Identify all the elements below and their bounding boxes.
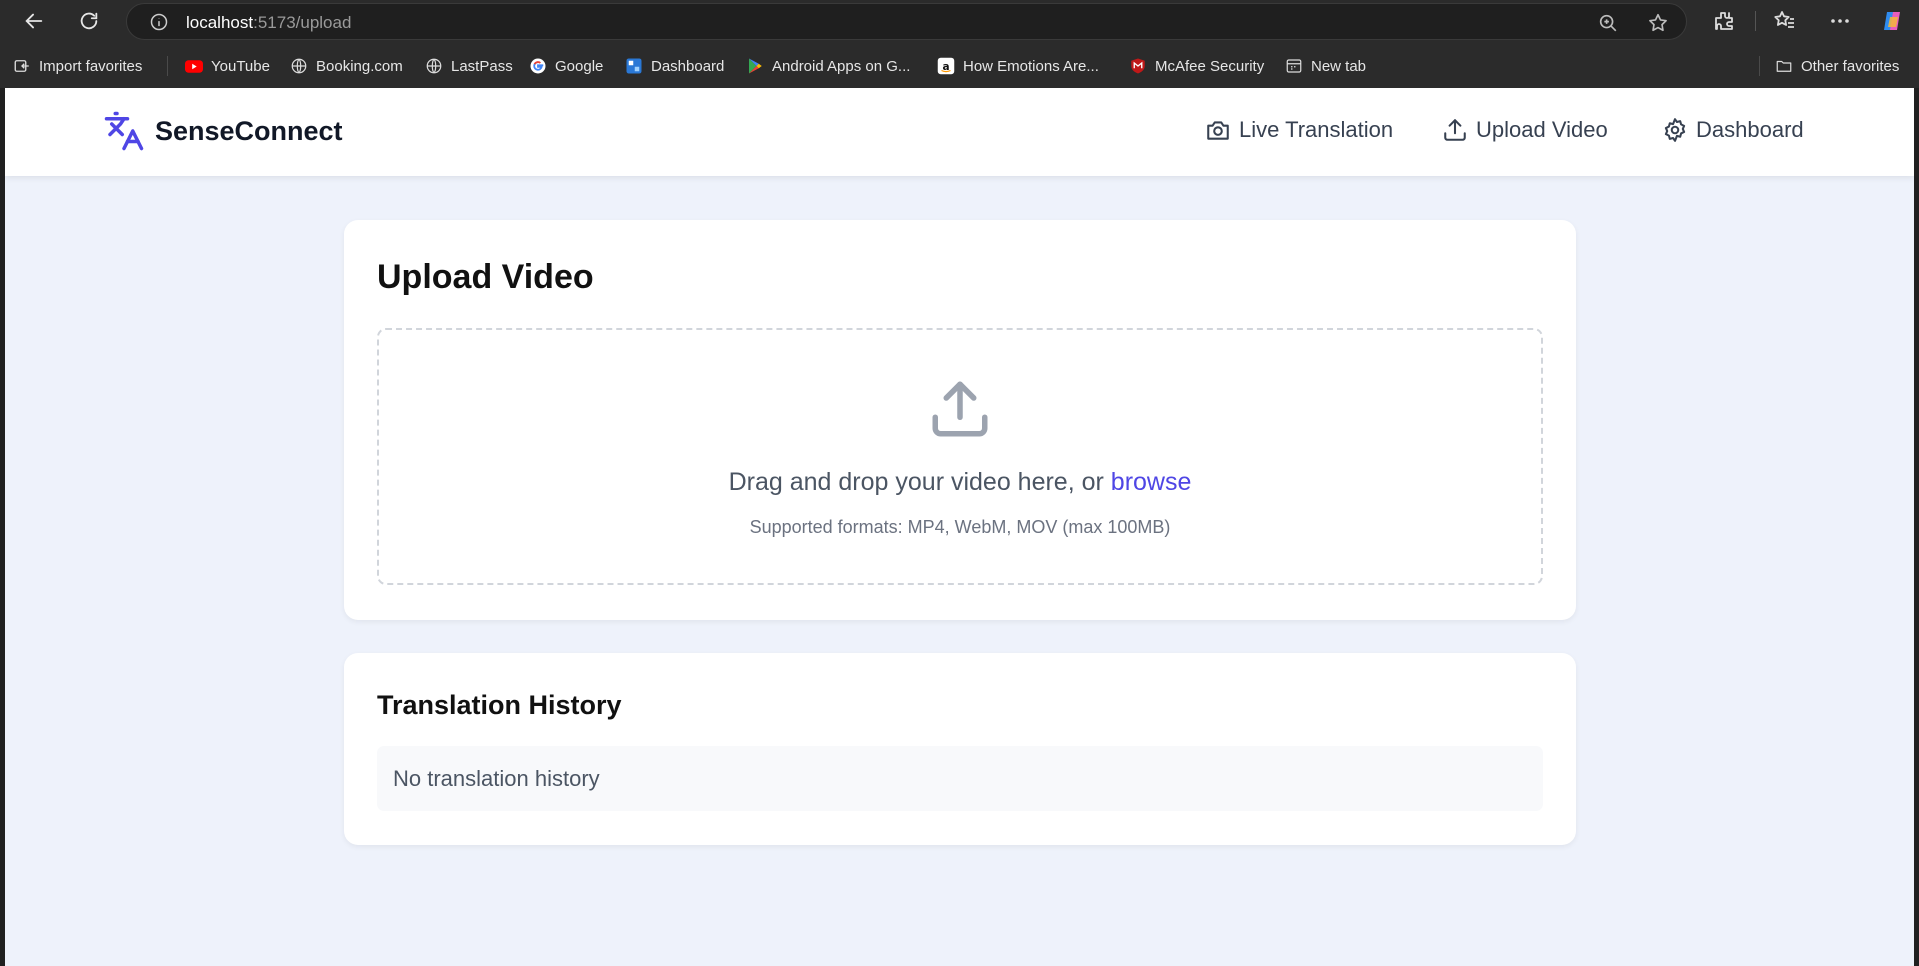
bookmark-google[interactable]: Google [529, 55, 603, 77]
bookmark-label: Google [555, 57, 604, 75]
import-icon [13, 57, 31, 75]
reload-icon [80, 12, 98, 30]
history-title: Translation History [377, 690, 622, 720]
history-empty-text: No translation history [393, 766, 600, 791]
bookmark-emotions[interactable]: a How Emotions Are... [937, 55, 1099, 77]
mcafee-icon [1129, 57, 1147, 75]
browse-link[interactable]: browse [1111, 468, 1192, 496]
page-content: SenseConnect Live Translation Upload Vid… [5, 88, 1914, 966]
google-icon [529, 57, 547, 75]
brand-name: SenseConnect [155, 115, 343, 146]
bookmark-label: Import favorites [39, 57, 143, 75]
site-info-icon[interactable] [149, 12, 169, 32]
dropzone-text: Drag and drop your video here, or browse [379, 468, 1541, 497]
bookmark-android-apps[interactable]: Android Apps on G... [746, 55, 910, 77]
camera-icon [1207, 121, 1229, 140]
bookmark-label: New tab [1311, 57, 1367, 75]
bookmark-mcafee[interactable]: McAfee Security [1129, 55, 1264, 77]
bookmark-lastpass[interactable]: LastPass [425, 55, 513, 77]
nav-label: Upload Video [1476, 117, 1608, 142]
bookmark-label: McAfee Security [1155, 57, 1265, 75]
supported-formats: Supported formats: MP4, WebM, MOV (max 1… [749, 517, 1171, 537]
upload-icon [1444, 119, 1466, 141]
favorites-icon[interactable] [1773, 9, 1797, 33]
drop-instructions: Drag and drop your video here, or [728, 468, 1104, 496]
folder-icon [1775, 57, 1793, 75]
bookmark-label: Booking.com [316, 57, 403, 75]
globe-icon [290, 57, 308, 75]
url-path: :5173/upload [253, 13, 352, 32]
back-arrow-icon [25, 13, 43, 29]
history-empty-state: No translation history [377, 746, 1543, 811]
bookmark-import-favorites[interactable]: Import favorites [13, 55, 142, 77]
play-store-icon [746, 57, 764, 75]
bookmark-youtube[interactable]: YouTube [185, 55, 270, 77]
back-button[interactable] [18, 5, 50, 37]
translate-logo-icon [104, 111, 144, 151]
new-tab-icon [1285, 57, 1303, 75]
upload-icon [932, 381, 988, 437]
nav-label: Live Translation [1239, 117, 1394, 142]
more-options-icon[interactable] [1828, 9, 1852, 33]
dashboard-icon [625, 57, 643, 75]
bookmark-dashboard[interactable]: Dashboard [625, 55, 724, 77]
zoom-icon[interactable] [1597, 12, 1619, 34]
bookmark-booking[interactable]: Booking.com [290, 55, 403, 77]
upload-title: Upload Video [377, 258, 594, 296]
upload-card: Upload Video Drag and drop your video he… [344, 220, 1576, 620]
brand[interactable]: SenseConnect [103, 110, 343, 152]
bookmark-label: How Emotions Are... [963, 57, 1099, 75]
gear-icon [1664, 118, 1686, 142]
nav-label: Dashboard [1696, 117, 1804, 142]
copilot-icon[interactable] [1880, 9, 1904, 33]
star-icon[interactable] [1647, 12, 1669, 34]
bookmark-label: Dashboard [651, 57, 725, 75]
bookmark-separator [1759, 56, 1760, 76]
bookmark-label: Android Apps on G... [772, 57, 911, 75]
browser-toolbar: localhost:5173/upload [0, 0, 1919, 42]
extensions-icon[interactable] [1712, 9, 1736, 33]
bookmark-separator [167, 56, 168, 76]
bookmarks-bar: Import favorites YouTube Booking.com Las… [0, 42, 1919, 88]
toolbar-divider [1755, 11, 1756, 31]
history-card: Translation History No translation histo… [344, 653, 1576, 845]
address-bar[interactable]: localhost:5173/upload [126, 3, 1687, 40]
other-favorites-label: Other favorites [1801, 57, 1900, 75]
reload-button[interactable] [73, 5, 105, 37]
bookmark-label: LastPass [451, 57, 513, 75]
youtube-icon [185, 57, 203, 75]
nav-dashboard[interactable]: Dashboard [1662, 117, 1804, 143]
url-host: localhost [186, 13, 254, 32]
app-navbar: SenseConnect Live Translation Upload Vid… [5, 88, 1914, 176]
bookmark-new-tab[interactable]: New tab [1285, 55, 1366, 77]
other-favorites-folder[interactable]: Other favorites [1775, 55, 1899, 77]
globe-icon [425, 57, 443, 75]
nav-upload-video[interactable]: Upload Video [1442, 117, 1608, 143]
bookmark-label: YouTube [211, 57, 270, 75]
amazon-icon: a [937, 57, 955, 75]
url-text[interactable]: localhost:5173/upload [186, 13, 351, 33]
nav-live-translation[interactable]: Live Translation [1205, 117, 1393, 143]
video-dropzone[interactable]: Drag and drop your video here, or browse… [377, 328, 1543, 585]
